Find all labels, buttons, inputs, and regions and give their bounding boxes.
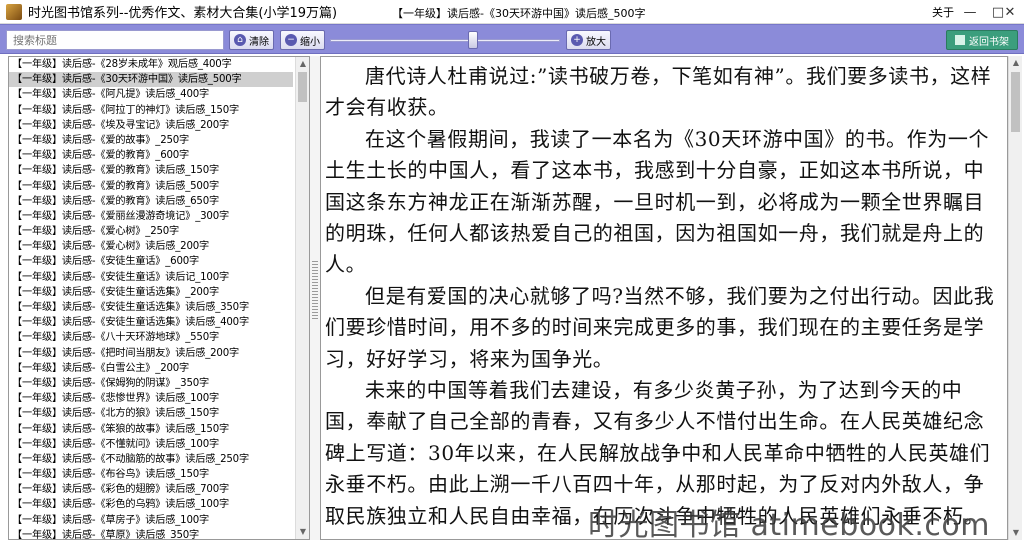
clear-icon: ⌂ [234,34,246,46]
list-item[interactable]: 【一年级】读后感-《30天环游中国》读后感_500字 [9,72,293,88]
clear-label: 清除 [249,36,269,48]
back-to-shelf-button[interactable]: 返回书架 [946,30,1018,50]
about-menu[interactable]: 关于 [932,4,954,20]
list-item[interactable]: 【一年级】读后感-《草原》读后感_350字 [9,528,297,539]
list-item[interactable]: 【一年级】读后感-《爱心树》_250字 [9,224,297,239]
article-paragraph: 在这个暑假期间，我读了一本名为《30天环游中国》的书。作为一个土生土长的中国人，… [325,126,990,277]
enlarge-label: 放大 [586,36,606,48]
shelf-label: 返回书架 [969,36,1009,48]
reader-scroll-thumb[interactable] [1011,72,1020,132]
zoom-slider[interactable] [330,39,560,42]
list-item[interactable]: 【一年级】读后感-《安徒生童话》_600字 [9,254,297,269]
toolbar: ⌂ 清除 − 缩小 + 放大 返回书架 [0,24,1024,54]
list-scrollbar[interactable]: ▲ ▼ [295,57,309,539]
list-item[interactable]: 【一年级】读后感-《八十天环游地球》_550字 [9,330,297,345]
app-title: 时光图书馆系列--优秀作文、素材大合集(小学19万篇) [28,6,338,21]
article-paragraph: 唐代诗人杜甫说过:”读书破万卷，下笔如有神”。我们要多读书，这样才会有收获。 [325,64,992,120]
list-item[interactable]: 【一年级】读后感-《笨狼的故事》读后感_150字 [9,422,297,437]
enlarge-button[interactable]: + 放大 [566,30,611,50]
splitter-grip[interactable] [312,261,318,321]
bookshelf-icon [955,35,965,45]
close-icon[interactable]: ✕ [996,0,1024,24]
panel-splitter[interactable] [310,56,320,540]
shrink-button[interactable]: − 缩小 [280,30,325,50]
reader-scroll-up-icon[interactable]: ▲ [1009,56,1023,70]
list-item[interactable]: 【一年级】读后感-《北方的狼》读后感_150字 [9,406,297,421]
list-item[interactable]: 【一年级】读后感-《布谷鸟》读后感_150字 [9,467,297,482]
list-item[interactable]: 【一年级】读后感-《安徒生童话选集》读后感_400字 [9,315,297,330]
list-item[interactable]: 【一年级】读后感-《阿凡提》读后感_400字 [9,87,297,102]
list-item[interactable]: 【一年级】读后感-《草房子》读后感_100字 [9,513,297,528]
list-item[interactable]: 【一年级】读后感-《把时间当朋友》读后感_200字 [9,346,297,361]
list-item[interactable]: 【一年级】读后感-《埃及寻宝记》读后感_200字 [9,118,297,133]
list-item[interactable]: 【一年级】读后感-《彩色的翅膀》读后感_700字 [9,482,297,497]
article-list-items: 【一年级】读后感-《28岁未成年》观后感_400字 【一年级】读后感-《30天环游… [9,57,297,539]
list-item[interactable]: 【一年级】读后感-《彩色的乌鸦》读后感_100字 [9,497,297,512]
minimize-icon[interactable]: — [956,0,984,24]
list-item[interactable]: 【一年级】读后感-《保姆狗的阴谋》_350字 [9,376,297,391]
shrink-label: 缩小 [300,36,320,48]
scroll-down-icon[interactable]: ▼ [296,525,309,539]
reader-pane[interactable]: 唐代诗人杜甫说过:”读书破万卷，下笔如有神”。我们要多读书，这样才会有收获。在这… [320,56,1008,540]
list-item[interactable]: 【一年级】读后感-《不动脑筋的故事》读后感_250字 [9,452,297,467]
list-item[interactable]: 【一年级】读后感-《安徒生童话选集》读后感_350字 [9,300,297,315]
search-input[interactable] [6,30,224,50]
list-item[interactable]: 【一年级】读后感-《爱的教育》读后感_150字 [9,163,297,178]
zoom-out-icon: − [285,34,297,46]
list-item[interactable]: 【一年级】读后感-《爱的教育》读后感_500字 [9,179,297,194]
app-icon [6,3,22,20]
list-item[interactable]: 【一年级】读后感-《爱的教育》_600字 [9,148,297,163]
list-item[interactable]: 【一年级】读后感-《爱丽丝漫游奇境记》_300字 [9,209,297,224]
reader-scrollbar[interactable]: ▲ ▼ [1008,56,1022,540]
zoom-slider-thumb[interactable] [467,31,478,49]
scroll-up-icon[interactable]: ▲ [296,57,309,71]
document-title: 【一年级】读后感-《30天环游中国》读后感_500字 [392,7,646,20]
list-item[interactable]: 【一年级】读后感-《白雪公主》_200字 [9,361,297,376]
list-item[interactable]: 【一年级】读后感-《安徒生童话》读后记_100字 [9,270,297,285]
zoom-in-icon: + [571,34,583,46]
watermark: 时光图书馆 atimebook.com [588,508,990,543]
list-item[interactable]: 【一年级】读后感-《悲惨世界》读后感_100字 [9,391,297,406]
list-item[interactable]: 【一年级】读后感-《爱的教育》读后感_650字 [9,194,297,209]
clear-button[interactable]: ⌂ 清除 [229,30,274,50]
list-item[interactable]: 【一年级】读后感-《阿拉丁的神灯》读后感_150字 [9,103,297,118]
list-item[interactable]: 【一年级】读后感-《28岁未成年》观后感_400字 [9,57,297,72]
list-item[interactable]: 【一年级】读后感-《爱的故事》_250字 [9,133,297,148]
list-item[interactable]: 【一年级】读后感-《安徒生童话选集》_200字 [9,285,297,300]
list-item[interactable]: 【一年级】读后感-《不懂就问》读后感_100字 [9,437,297,452]
article-text: 唐代诗人杜甫说过:”读书破万卷，下笔如有神”。我们要多读书，这样才会有收获。在这… [325,61,1001,532]
list-item[interactable]: 【一年级】读后感-《爱心树》读后感_200字 [9,239,297,254]
list-scroll-thumb[interactable] [298,72,307,102]
reader-scroll-down-icon[interactable]: ▼ [1009,526,1023,540]
article-paragraph: 但是有爱国的决心就够了吗?当然不够，我们要为之付出行动。因此我们要珍惜时间，用不… [325,283,995,371]
article-list[interactable]: 【一年级】读后感-《28岁未成年》观后感_400字 【一年级】读后感-《30天环游… [8,56,310,540]
